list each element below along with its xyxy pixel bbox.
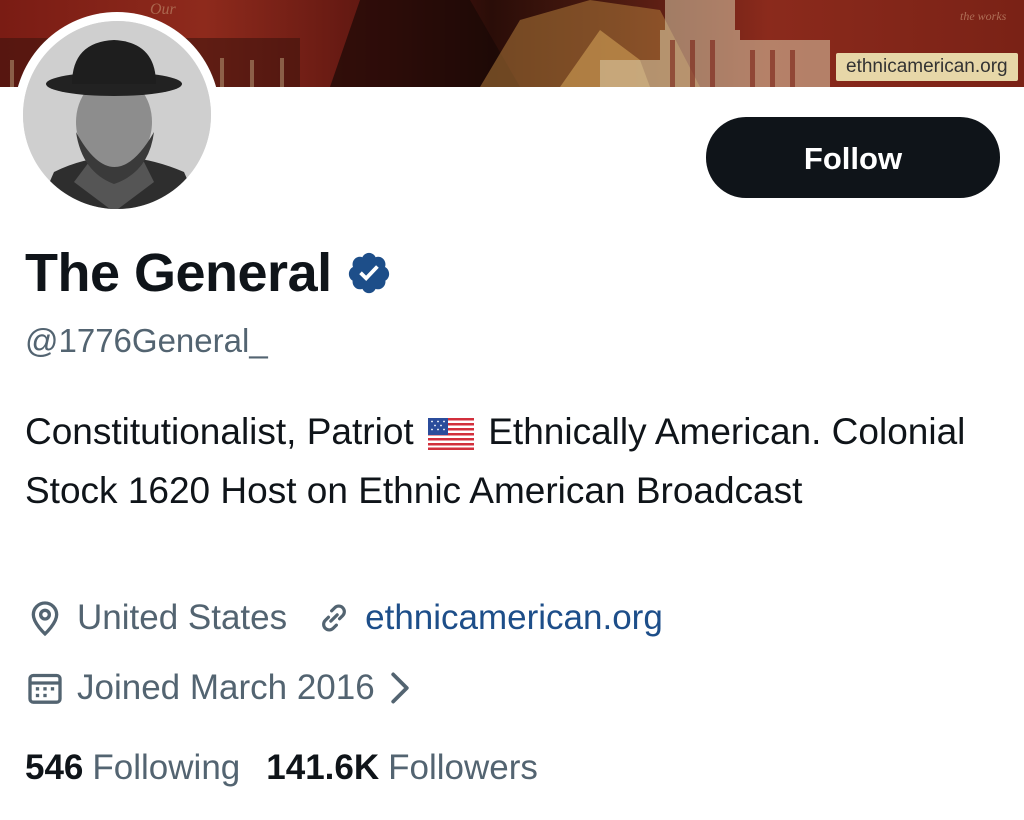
profile-meta-row-1: United States ethnicamerican.org (25, 598, 663, 638)
svg-text:Our: Our (150, 1, 177, 18)
followers-label: Followers (388, 748, 538, 787)
following-stat[interactable]: 546 Following (25, 748, 240, 788)
banner-site-label: ethnicamerican.org (836, 53, 1018, 81)
profile-name-row: The General (25, 238, 392, 308)
location-pin-icon (25, 598, 65, 638)
profile-meta-row-2[interactable]: Joined March 2016 (25, 668, 423, 708)
profile-name: The General (25, 243, 332, 303)
avatar-portrait (23, 21, 211, 209)
flag-us-icon (427, 418, 474, 451)
profile-bio: Constitutionalist, Patriot Ethnically Am… (25, 402, 1010, 520)
chevron-right-icon[interactable] (389, 671, 411, 705)
following-label: Following (92, 748, 241, 787)
followers-stat[interactable]: 141.6K Followers (266, 748, 538, 788)
follow-button[interactable]: Follow (706, 117, 1000, 198)
link-icon (315, 599, 353, 637)
profile-stats: 546 Following 141.6K Followers (25, 748, 564, 788)
svg-text:the works: the works (960, 9, 1007, 23)
following-count: 546 (25, 748, 84, 787)
profile-handle: @1776General_ (25, 322, 268, 359)
profile-location: United States (77, 598, 288, 637)
bio-text-part1: Constitutionalist, Patriot (25, 411, 414, 452)
profile-website-link[interactable]: ethnicamerican.org (365, 598, 663, 638)
verified-badge-icon[interactable] (346, 250, 392, 296)
profile-joined: Joined March 2016 (77, 668, 375, 707)
calendar-icon (25, 668, 65, 708)
followers-count: 141.6K (266, 748, 380, 787)
avatar[interactable] (14, 12, 220, 218)
